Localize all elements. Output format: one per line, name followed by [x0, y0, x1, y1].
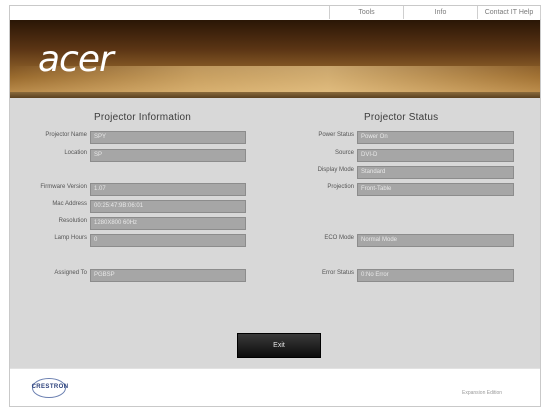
resolution-row: Resolution 1280X800 60Hz [10, 217, 250, 230]
content-panel: Projector Information Projector Status P… [10, 98, 540, 368]
projection-label: Projection [327, 184, 354, 190]
assigned-to-row: Assigned To PGBSP [10, 269, 250, 282]
projection-row: Projection Front-Table [280, 183, 520, 196]
location-label: Location [64, 150, 87, 156]
display-mode-row: Display Mode Standard [280, 166, 520, 179]
lamp-hours-label: Lamp Hours [54, 235, 87, 241]
exit-button[interactable]: Exit [237, 333, 321, 358]
footer-divider [10, 368, 540, 369]
mac-address-row: Mac Address 00:25:47:9B:06:01 [10, 200, 250, 213]
location-row: Location SP [10, 149, 250, 162]
projector-name-field: SPY [90, 131, 246, 144]
acer-logo: acer [38, 39, 114, 80]
power-status-row: Power Status Power On [280, 131, 520, 144]
eco-mode-row: ECO Mode Normal Mode [280, 234, 520, 247]
firmware-row: Firmware Version 1.07 [10, 183, 250, 196]
crestron-logo: CRESTRON [22, 378, 78, 398]
crestron-logo-text: CRESTRON [31, 384, 69, 390]
source-label: Source [334, 150, 354, 156]
display-mode-label: Display Mode [317, 167, 354, 173]
source-field: DVI-D [357, 149, 514, 162]
lamp-hours-row: Lamp Hours 0 [10, 234, 250, 247]
top-nav: Tools Info Contact IT Help [329, 6, 541, 19]
projector-information-title: Projector Information [94, 112, 192, 123]
source-row: Source DVI-D [280, 149, 520, 162]
expansion-edition-text: Expansion Edition [462, 390, 503, 396]
error-status-row: Error Status 0:No Error [280, 269, 520, 282]
power-status-label: Power Status [318, 132, 354, 138]
projector-name-row: Projector Name SPY [10, 131, 250, 144]
assigned-to-field: PGBSP [90, 269, 246, 282]
display-mode-field: Standard [357, 166, 514, 179]
power-status-field: Power On [357, 131, 514, 144]
resolution-field: 1280X800 60Hz [90, 217, 246, 230]
header-banner: acer [10, 20, 540, 92]
projector-status-title: Projector Status [364, 112, 439, 123]
lamp-hours-field: 0 [90, 234, 246, 247]
mac-address-label: Mac Address [52, 201, 87, 207]
nav-info-link[interactable]: Info [404, 6, 478, 19]
eco-mode-label: ECO Mode [324, 235, 354, 241]
assigned-to-label: Assigned To [54, 270, 87, 276]
nav-tools-link[interactable]: Tools [330, 6, 404, 19]
firmware-field: 1.07 [90, 183, 246, 196]
projector-name-label: Projector Name [45, 132, 87, 138]
error-status-field: 0:No Error [357, 269, 514, 282]
location-field: SP [90, 149, 246, 162]
mac-address-field: 00:25:47:9B:06:01 [90, 200, 246, 213]
projection-field: Front-Table [357, 183, 514, 196]
error-status-label: Error Status [321, 270, 354, 276]
eco-mode-field: Normal Mode [357, 234, 514, 247]
firmware-label: Firmware Version [40, 184, 87, 190]
nav-contact-link[interactable]: Contact IT Help [478, 6, 541, 19]
resolution-label: Resolution [58, 218, 87, 224]
